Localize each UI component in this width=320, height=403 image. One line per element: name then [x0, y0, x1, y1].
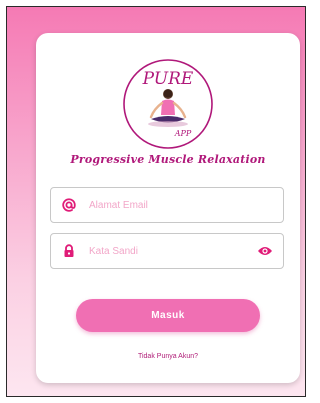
register-link[interactable]: Tidak Punya Akun? — [36, 353, 300, 360]
login-button[interactable]: Masuk — [76, 299, 260, 332]
logo-sub-text: APP — [174, 129, 192, 138]
password-field[interactable] — [50, 233, 284, 269]
pure-logo: PURE APP — [123, 59, 213, 149]
at-icon — [61, 197, 77, 213]
app-tagline: Progressive Muscle Relaxation — [70, 153, 266, 166]
email-input[interactable] — [89, 199, 283, 211]
app-frame: PURE APP Progressive Muscle Relaxation A… — [6, 6, 306, 397]
lock-icon — [61, 243, 77, 259]
login-card: PURE APP Progressive Muscle Relaxation A… — [36, 33, 300, 383]
password-input[interactable] — [89, 245, 257, 257]
email-field[interactable] — [50, 187, 284, 223]
eye-icon[interactable] — [257, 243, 273, 259]
logo-brand-text: PURE — [142, 69, 194, 89]
